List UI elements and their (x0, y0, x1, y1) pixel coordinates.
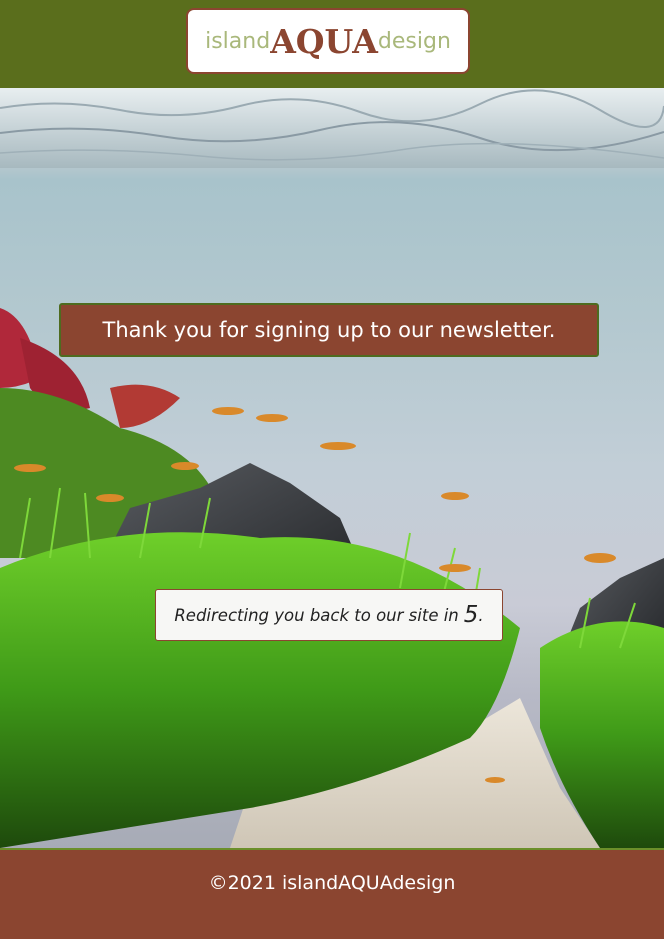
logo-prefix: island (205, 28, 271, 54)
site-footer: ©2021 islandAQUAdesign (0, 848, 664, 939)
logo-suffix: design (377, 28, 451, 54)
thank-you-text: Thank you for signing up to our newslett… (102, 318, 556, 342)
site-logo[interactable]: island AQUA design (186, 8, 470, 74)
thank-you-message: Thank you for signing up to our newslett… (59, 303, 599, 357)
redirect-suffix: . (478, 605, 484, 625)
countdown-value: 5 (463, 602, 479, 628)
logo-middle: AQUA (270, 21, 378, 61)
aquarium-hero-image: Thank you for signing up to our newslett… (0, 88, 664, 848)
copyright-text: ©2021 islandAQUAdesign (208, 872, 456, 894)
redirect-text: Redirecting you back to our site in (174, 605, 459, 625)
redirect-notice: Redirecting you back to our site in 5. (155, 589, 503, 641)
aquarium-scene (0, 88, 664, 848)
site-header: island AQUA design (0, 0, 664, 88)
